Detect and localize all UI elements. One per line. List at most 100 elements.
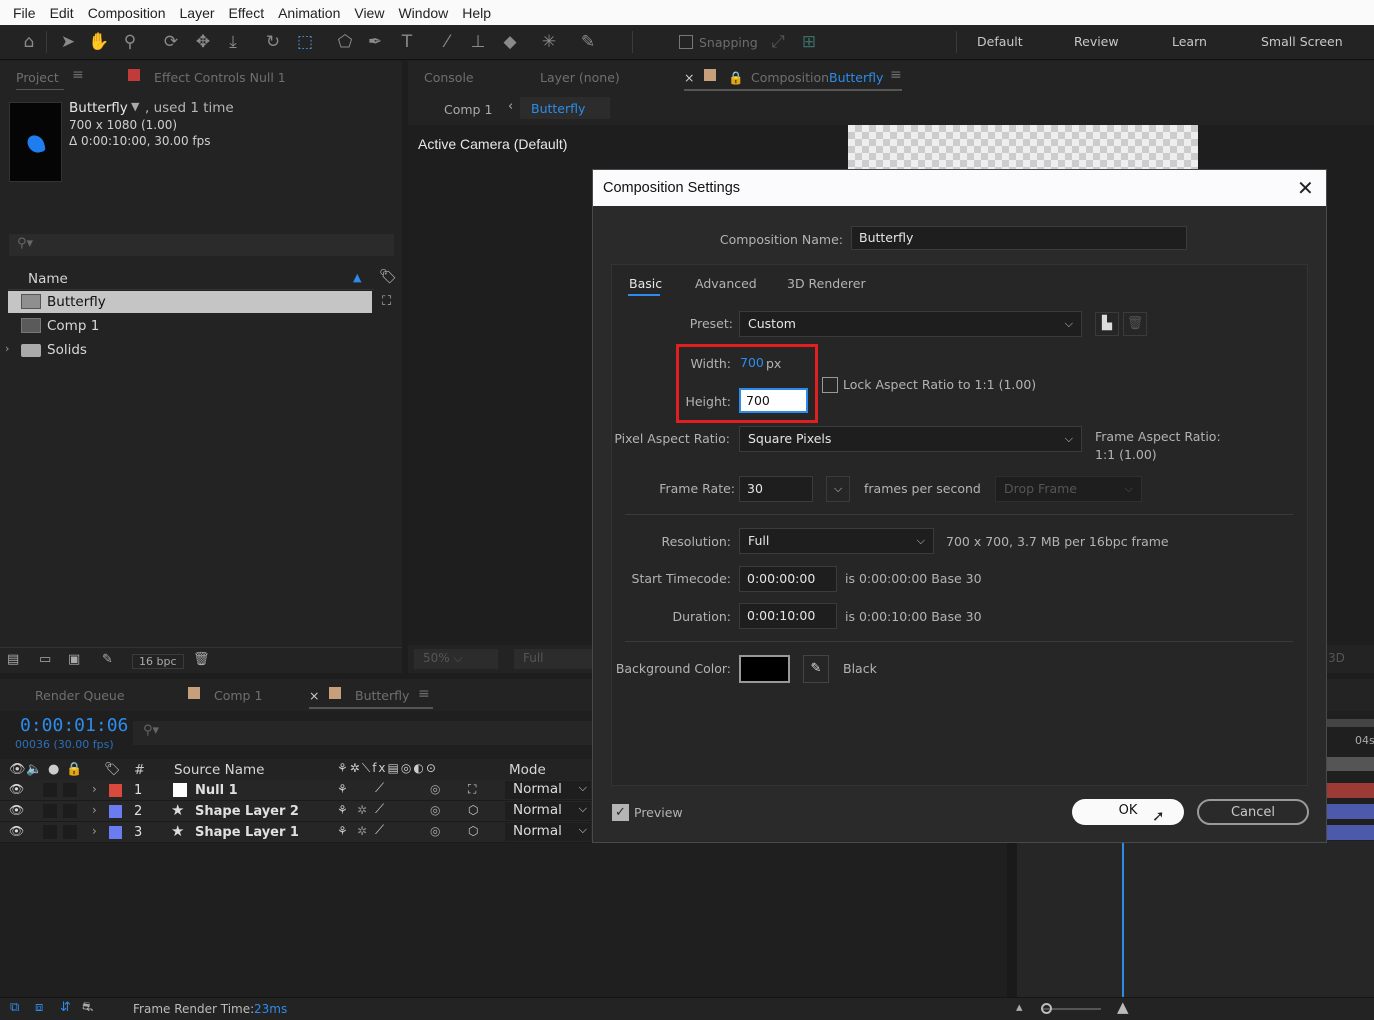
pan-camera-icon[interactable]: ✥ (192, 31, 214, 53)
in-out-toggle-icon[interactable]: ⇵ (60, 1000, 71, 1015)
layer-label-swatch[interactable] (109, 805, 122, 818)
shy-icon[interactable]: ⚘ (337, 782, 348, 796)
selection-tool-icon[interactable]: ➤ (57, 31, 79, 53)
delete-preset-icon[interactable]: 🗑 (1123, 312, 1147, 336)
collapse-icon[interactable]: ✲ (357, 824, 367, 838)
type-tool-icon[interactable]: T (396, 31, 418, 53)
save-preset-icon[interactable]: ▙ (1095, 312, 1119, 336)
hand-tool-icon[interactable]: ✋ (88, 31, 110, 53)
panel-menu-icon[interactable]: ≡ (890, 67, 902, 83)
project-search-input[interactable]: ⚲▾ (9, 234, 394, 256)
eye-icon[interactable]: 👁 (9, 782, 24, 796)
project-list-item[interactable]: Comp 1 (8, 315, 372, 337)
mode-dropdown[interactable]: Normal ⌵ (505, 781, 591, 799)
menu-animation[interactable]: Animation (271, 5, 347, 21)
column-mode[interactable]: Mode (509, 762, 546, 778)
close-icon[interactable]: × (309, 688, 319, 703)
layer-switches-toggle-icon[interactable]: ⧉ (10, 1000, 19, 1015)
zoom-out-icon[interactable]: ▴ (1016, 1000, 1023, 1015)
lock-toggle[interactable] (63, 825, 77, 839)
label-tag-icon[interactable]: 🏷 (379, 269, 397, 285)
clone-stamp-icon[interactable]: ⊥ (467, 31, 489, 53)
start-timecode-input[interactable]: 0:00:00:00 (739, 566, 837, 592)
snap-edges-icon[interactable]: ⤢ (767, 31, 789, 53)
layer-label-swatch[interactable] (109, 826, 122, 839)
tab-layer[interactable]: Layer (none) (540, 70, 620, 85)
panel-menu-icon[interactable]: ≡ (418, 686, 430, 702)
chevron-down-icon[interactable]: ▼ (131, 100, 139, 113)
interpret-footage-icon[interactable]: ▤ (7, 652, 19, 667)
timeline-search-input[interactable]: ⚲▾ (133, 721, 593, 745)
dolly-camera-icon[interactable]: ⤓ (222, 31, 244, 53)
resolution-dropdown[interactable]: Full ⌵ (739, 528, 934, 554)
expand-arrow-icon[interactable]: › (92, 782, 97, 796)
menu-composition[interactable]: Composition (81, 5, 173, 21)
height-input[interactable]: 700 (739, 388, 808, 413)
tab-butterfly[interactable]: Butterfly (355, 688, 409, 703)
collapse-icon[interactable]: ✲ (357, 803, 367, 817)
tab-comp1[interactable]: Comp 1 (214, 688, 262, 703)
workspace-learn[interactable]: Learn (1172, 34, 1207, 49)
tab-composition-prefix[interactable]: Composition (751, 70, 829, 85)
3d-layer-icon[interactable]: ⬡ (468, 803, 478, 817)
brush-tool-icon[interactable]: ⁄ (436, 31, 458, 53)
3d-layer-icon[interactable]: ⬡ (468, 824, 478, 838)
audio-icon[interactable]: 🔈 (26, 762, 42, 777)
layer-name[interactable]: Shape Layer 1 (195, 825, 299, 840)
mode-dropdown[interactable]: Normal ⌵ (505, 802, 591, 820)
playhead[interactable] (1122, 841, 1124, 997)
current-timecode[interactable]: 0:00:01:06 (20, 715, 128, 736)
tab-render-queue[interactable]: Render Queue (35, 688, 125, 703)
expand-arrow-icon[interactable]: › (92, 803, 97, 817)
menu-file[interactable]: File (6, 5, 43, 21)
lock-toggle[interactable] (63, 804, 77, 818)
drop-frame-dropdown[interactable]: Drop Frame ⌵ (995, 476, 1142, 502)
project-settings-icon[interactable]: ✎ (102, 652, 113, 667)
menu-help[interactable]: Help (455, 5, 498, 21)
menu-view[interactable]: View (347, 5, 391, 21)
flowchart-icon[interactable]: ⛶ (382, 294, 391, 309)
ok-button[interactable]: OK (1072, 799, 1184, 825)
panel-menu-icon[interactable]: ≡ (72, 67, 84, 83)
lock-icon[interactable]: 🔒 (66, 762, 82, 777)
motion-blur-icon[interactable]: ◎ (430, 803, 440, 817)
bg-color-swatch[interactable] (739, 655, 790, 683)
layer-track-bar[interactable] (1327, 804, 1374, 819)
layer-track-bar[interactable] (1327, 783, 1374, 798)
expand-arrow-icon[interactable]: › (92, 824, 97, 838)
trash-icon[interactable]: 🗑 (193, 652, 210, 667)
close-icon[interactable]: ✕ (1297, 176, 1314, 201)
shy-icon[interactable]: ⚘ (337, 824, 348, 838)
tab-effect-controls[interactable]: Effect Controls Null 1 (154, 70, 286, 85)
tab-console[interactable]: Console (424, 70, 474, 85)
solo-toggle[interactable] (43, 804, 57, 818)
shape-tool-icon[interactable]: ⬠ (334, 31, 356, 53)
pen-tool-icon[interactable]: ✒ (364, 31, 386, 53)
menu-edit[interactable]: Edit (43, 5, 81, 21)
timeline-divider[interactable] (1007, 841, 1017, 997)
motion-blur-icon[interactable]: ◎ (430, 782, 440, 796)
zoom-dropdown[interactable]: 50% ⌵ (414, 649, 498, 669)
column-source-name[interactable]: Source Name (174, 762, 265, 778)
rotate-tool-icon[interactable]: ↻ (262, 31, 284, 53)
frame-rate-dropdown-icon[interactable]: ⌵ (826, 476, 850, 502)
par-dropdown[interactable]: Square Pixels ⌵ (739, 426, 1082, 452)
comp-name-input[interactable]: Butterfly (851, 226, 1187, 250)
tab-3d-renderer[interactable]: 3D Renderer (787, 276, 866, 291)
orbit-camera-icon[interactable]: ⟳ (160, 31, 182, 53)
solo-toggle[interactable] (43, 825, 57, 839)
pan-behind-tool-icon[interactable]: ⬚ (294, 31, 316, 53)
bit-depth-button[interactable]: 16 bpc (132, 654, 184, 669)
eraser-tool-icon[interactable]: ◆ (499, 31, 521, 53)
eye-icon[interactable]: 👁 (9, 762, 26, 777)
tab-basic[interactable]: Basic (629, 276, 662, 291)
transfer-controls-icon[interactable]: ⧈ (35, 1000, 43, 1015)
tab-advanced[interactable]: Advanced (695, 276, 757, 291)
layer-name[interactable]: Shape Layer 2 (195, 804, 299, 819)
label-tag-icon[interactable]: 🏷 (104, 762, 121, 777)
lock-aspect-checkbox[interactable] (822, 377, 838, 393)
workspace-review[interactable]: Review (1074, 34, 1119, 49)
renderer-3d-label[interactable]: 3D (1328, 651, 1345, 665)
close-icon[interactable]: × (684, 70, 694, 85)
layer-label-swatch[interactable] (109, 784, 122, 797)
